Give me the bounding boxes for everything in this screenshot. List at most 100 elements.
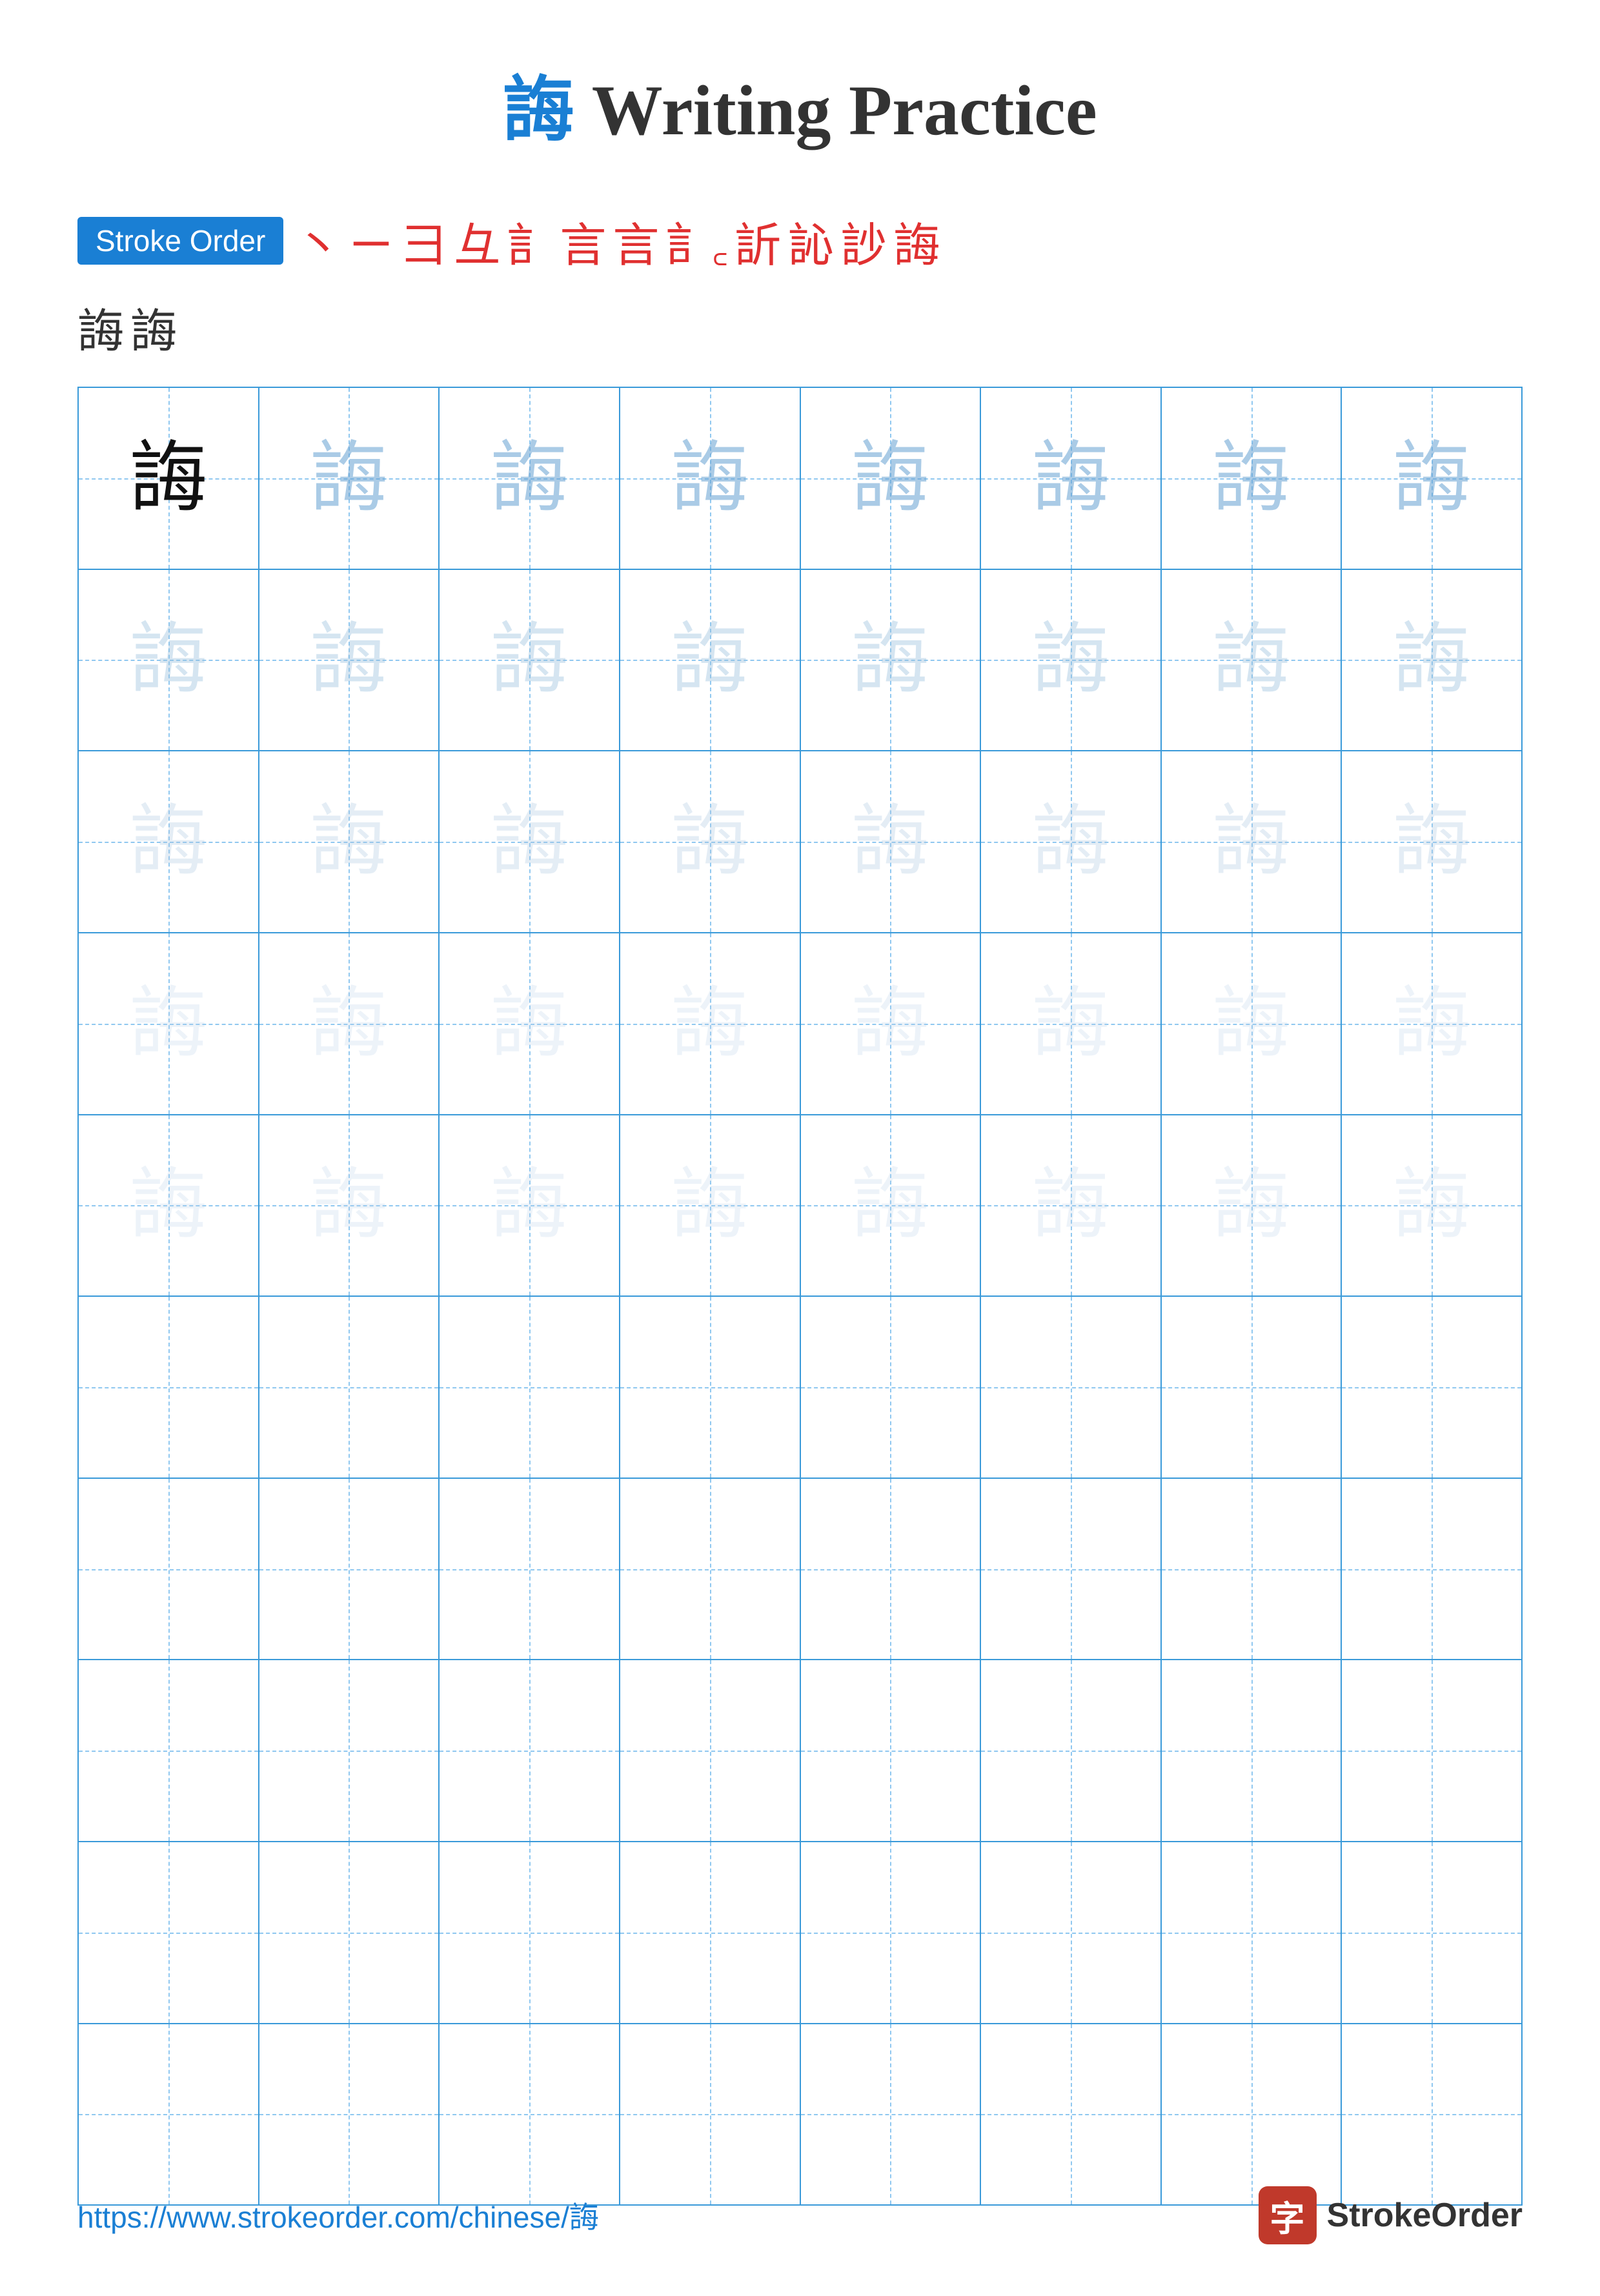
grid-cell: 誨 [981, 933, 1162, 1114]
grid-cell: 誨 [1162, 388, 1342, 569]
grid-cell-empty[interactable] [440, 1479, 620, 1660]
grid-cell: 誨 [620, 570, 801, 751]
grid-cell: 誨 [259, 751, 440, 932]
grid-cell-empty[interactable] [981, 1842, 1162, 2023]
grid-row: 誨 誨 誨 誨 誨 誨 誨 誨 [79, 570, 1521, 752]
grid-row-empty[interactable] [79, 1479, 1521, 1661]
grid-cell-empty[interactable] [440, 2024, 620, 2205]
grid-cell: 誨 [620, 388, 801, 569]
grid-cell-empty[interactable] [1342, 1842, 1521, 2023]
grid-cell-empty[interactable] [981, 2024, 1162, 2205]
stroke-order-section: Stroke Order 丶 ㄧ 彐 彑 訁 言 言 訁꜀ 訢 訫 訬 誨 誨 … [77, 207, 1523, 361]
grid-cell: 誨 [79, 933, 259, 1114]
grid-cell-empty[interactable] [620, 1842, 801, 2023]
grid-cell: 誨 [440, 388, 620, 569]
grid-cell-empty[interactable] [801, 2024, 982, 2205]
grid-cell-empty[interactable] [259, 1479, 440, 1660]
grid-row: 誨 誨 誨 誨 誨 誨 誨 誨 [79, 751, 1521, 933]
practice-grid: 誨 誨 誨 誨 誨 誨 誨 誨 誨 誨 誨 誨 誨 誨 誨 誨 誨 誨 誨 誨 … [77, 387, 1523, 2206]
grid-cell: 誨 [259, 388, 440, 569]
grid-cell-empty[interactable] [1342, 1660, 1521, 1841]
grid-cell: 誨 [79, 570, 259, 751]
footer: https://www.strokeorder.com/chinese/誨 字 … [77, 2186, 1523, 2244]
grid-cell: 誨 [620, 1115, 801, 1296]
grid-cell: 誨 [1342, 1115, 1521, 1296]
grid-cell: 誨 [981, 751, 1162, 932]
grid-cell-empty[interactable] [1342, 2024, 1521, 2205]
grid-cell: 誨 [801, 751, 982, 932]
grid-cell: 誨 [801, 570, 982, 751]
grid-cell-empty[interactable] [440, 1842, 620, 2023]
grid-cell-empty[interactable] [801, 1479, 982, 1660]
grid-cell-empty[interactable] [259, 1842, 440, 2023]
grid-cell-empty[interactable] [1162, 1479, 1342, 1660]
grid-cell-empty[interactable] [440, 1297, 620, 1478]
grid-cell: 誨 [440, 933, 620, 1114]
grid-cell-empty[interactable] [1342, 1297, 1521, 1478]
grid-cell-empty[interactable] [1162, 2024, 1342, 2205]
grid-row: 誨 誨 誨 誨 誨 誨 誨 誨 [79, 388, 1521, 570]
grid-cell-empty[interactable] [440, 1660, 620, 1841]
grid-cell-empty[interactable] [981, 1479, 1162, 1660]
grid-cell-empty[interactable] [981, 1660, 1162, 1841]
grid-cell: 誨 [259, 1115, 440, 1296]
grid-cell: 誨 [620, 751, 801, 932]
grid-cell-empty[interactable] [801, 1660, 982, 1841]
grid-cell-empty[interactable] [79, 1479, 259, 1660]
grid-cell-empty[interactable] [620, 1479, 801, 1660]
footer-logo-icon: 字 [1259, 2186, 1317, 2244]
grid-cell-empty[interactable] [79, 1842, 259, 2023]
grid-cell: 誨 [79, 751, 259, 932]
grid-cell: 誨 [1342, 933, 1521, 1114]
footer-logo: 字 StrokeOrder [1259, 2186, 1523, 2244]
grid-cell: 誨 [801, 933, 982, 1114]
grid-row: 誨 誨 誨 誨 誨 誨 誨 誨 [79, 933, 1521, 1115]
grid-cell-empty[interactable] [981, 1297, 1162, 1478]
grid-cell-empty[interactable] [79, 1297, 259, 1478]
page-title: 誨 Writing Practice [77, 52, 1523, 155]
grid-cell-empty[interactable] [79, 2024, 259, 2205]
grid-cell: 誨 [620, 933, 801, 1114]
grid-cell-empty[interactable] [259, 1297, 440, 1478]
grid-cell: 誨 [79, 388, 259, 569]
grid-cell-empty[interactable] [620, 2024, 801, 2205]
grid-cell: 誨 [801, 388, 982, 569]
grid-row-empty[interactable] [79, 1842, 1521, 2024]
grid-cell-empty[interactable] [801, 1842, 982, 2023]
grid-cell: 誨 [440, 570, 620, 751]
grid-cell: 誨 [981, 388, 1162, 569]
grid-cell: 誨 [440, 751, 620, 932]
grid-cell: 誨 [1342, 388, 1521, 569]
grid-cell-empty[interactable] [1162, 1660, 1342, 1841]
grid-cell-empty[interactable] [1162, 1842, 1342, 2023]
grid-row-empty[interactable] [79, 1660, 1521, 1842]
grid-cell: 誨 [259, 570, 440, 751]
grid-cell-empty[interactable] [1162, 1297, 1342, 1478]
grid-row-empty[interactable] [79, 2024, 1521, 2205]
title-text: Writing Practice [574, 71, 1097, 150]
grid-cell: 誨 [1162, 570, 1342, 751]
stroke-order-chars: 丶 ㄧ 彐 彑 訁 言 言 訁꜀ 訢 訫 訬 誨 [295, 207, 940, 275]
grid-cell: 誨 [981, 570, 1162, 751]
grid-cell-empty[interactable] [620, 1660, 801, 1841]
grid-cell: 誨 [1162, 1115, 1342, 1296]
grid-cell-empty[interactable] [801, 1297, 982, 1478]
grid-cell: 誨 [259, 933, 440, 1114]
footer-logo-text: StrokeOrder [1327, 2196, 1523, 2235]
grid-cell-empty[interactable] [79, 1660, 259, 1841]
stroke-order-badge: Stroke Order [77, 217, 283, 265]
grid-cell: 誨 [981, 1115, 1162, 1296]
footer-url[interactable]: https://www.strokeorder.com/chinese/誨 [77, 2194, 599, 2237]
grid-cell: 誨 [1162, 933, 1342, 1114]
grid-row-empty[interactable] [79, 1297, 1521, 1479]
grid-cell: 誨 [801, 1115, 982, 1296]
grid-row: 誨 誨 誨 誨 誨 誨 誨 誨 [79, 1115, 1521, 1297]
grid-cell-empty[interactable] [259, 2024, 440, 2205]
grid-cell: 誨 [79, 1115, 259, 1296]
stroke-order-extra: 誨 誨 [77, 293, 1523, 361]
grid-cell: 誨 [440, 1115, 620, 1296]
grid-cell-empty[interactable] [1342, 1479, 1521, 1660]
grid-cell: 誨 [1342, 751, 1521, 932]
grid-cell-empty[interactable] [259, 1660, 440, 1841]
grid-cell-empty[interactable] [620, 1297, 801, 1478]
